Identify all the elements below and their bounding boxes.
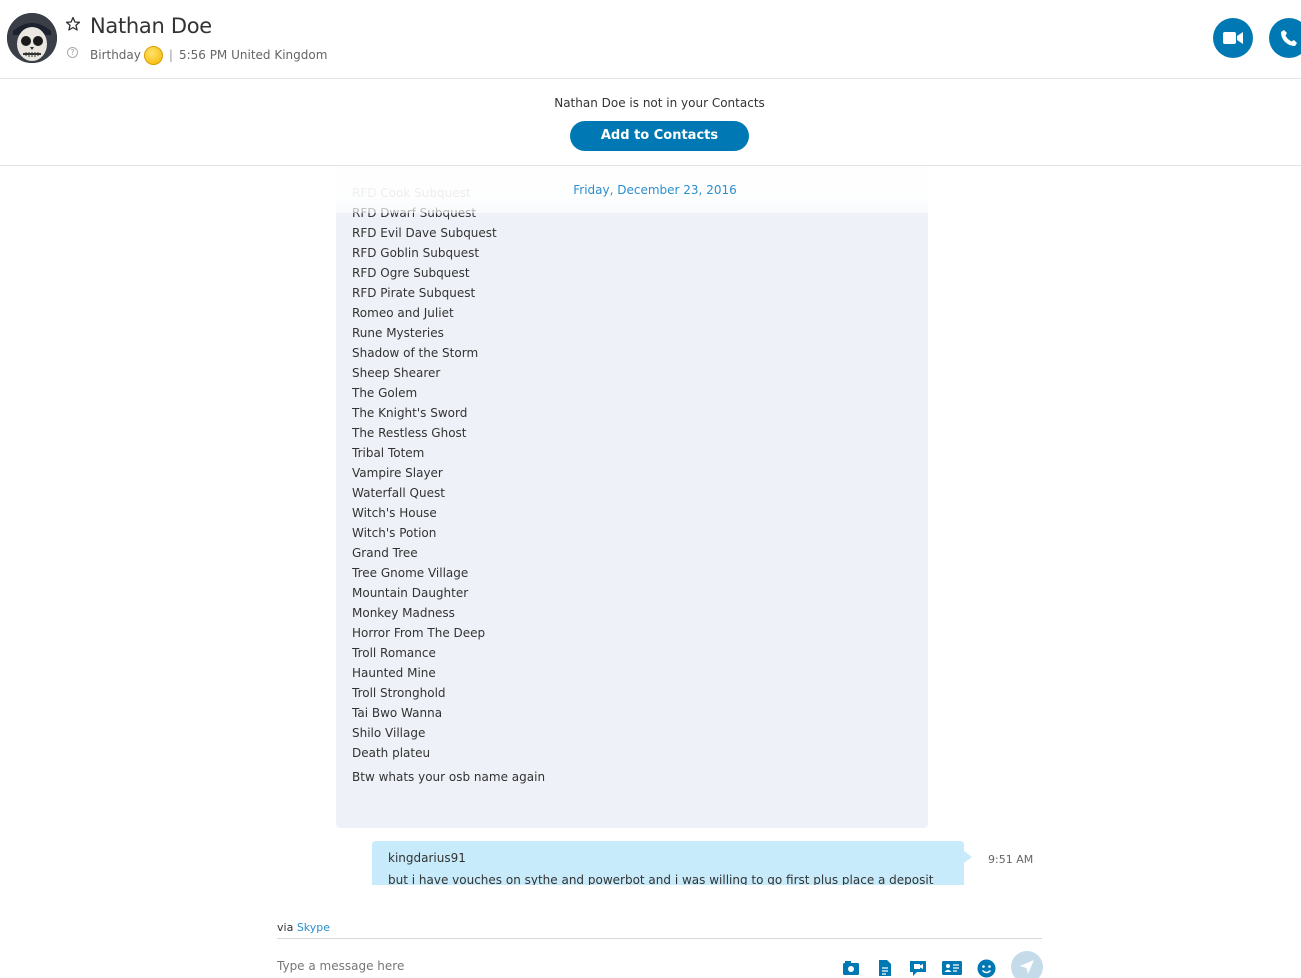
incoming-message-line: The Golem <box>352 386 418 400</box>
media-icon[interactable] <box>841 958 861 978</box>
contact-request-banner: Nathan Doe is not in your Contacts Add t… <box>0 80 1301 166</box>
mood-text: Birthday <box>90 47 141 62</box>
conversation-pane[interactable]: Plague CityPriest in PerilPrince Ali Res… <box>0 167 1301 885</box>
incoming-message-line: Shadow of the Storm <box>352 346 479 360</box>
incoming-message-line: The Restless Ghost <box>352 426 467 440</box>
outgoing-message-text: but i have vouches on sythe and powerbot… <box>388 873 934 885</box>
star-icon[interactable] <box>65 16 81 32</box>
local-time: 5:56 PM United Kingdom <box>178 47 328 62</box>
avatar[interactable] <box>7 13 57 63</box>
incoming-message: Plague CityPriest in PerilPrince Ali Res… <box>336 167 928 828</box>
incoming-message-line: Vampire Slayer <box>352 466 443 480</box>
send-icon <box>1020 960 1034 974</box>
emoji-icon <box>143 46 163 65</box>
video-call-button[interactable] <box>1213 18 1253 58</box>
video-message-icon[interactable] <box>908 958 928 978</box>
help-icon[interactable]: ? <box>67 47 78 58</box>
add-to-contacts-button[interactable]: Add to Contacts <box>570 121 749 151</box>
incoming-message-line: Monkey Madness <box>352 606 455 620</box>
incoming-message-line: Rune Mysteries <box>352 326 444 340</box>
incoming-message-line: RFD Evil Dave Subquest <box>352 226 497 240</box>
send-button[interactable] <box>1011 951 1043 978</box>
incoming-message-line: Waterfall Quest <box>352 486 445 500</box>
incoming-message-line: The Knight's Sword <box>352 406 468 420</box>
mood-message: Birthday | 5:56 PM United Kingdom <box>90 45 328 65</box>
audio-call-button[interactable] <box>1269 18 1301 58</box>
date-divider: Friday, December 23, 2016 <box>573 183 737 197</box>
incoming-message-line: Romeo and Juliet <box>352 306 454 320</box>
composer-divider <box>277 938 1042 939</box>
chat-header: Nathan Doe ? Birthday | 5:56 PM United K… <box>0 0 1301 79</box>
incoming-message-line: RFD Pirate Subquest <box>352 286 476 300</box>
incoming-message-line: RFD Ogre Subquest <box>352 266 470 280</box>
contact-card-icon[interactable] <box>942 958 962 978</box>
incoming-message-line: Shilo Village <box>352 726 426 740</box>
incoming-message-line: Witch's Potion <box>352 526 437 540</box>
incoming-message-line: Sheep Shearer <box>352 366 441 380</box>
incoming-message-line: Mountain Daughter <box>352 586 469 600</box>
smiley-icon[interactable] <box>976 958 996 978</box>
incoming-message-line: Witch's House <box>352 506 437 520</box>
incoming-message-line: Tai Bwo Wanna <box>352 706 443 720</box>
phone-icon <box>1281 30 1297 46</box>
outgoing-message: kingdarius91 but i have vouches on sythe… <box>372 841 972 885</box>
separator: | <box>168 47 173 62</box>
incoming-message-line: Horror From The Deep <box>352 626 486 640</box>
incoming-message-line: Btw whats your osb name again <box>352 770 546 784</box>
incoming-message-line: RFD Goblin Subquest <box>352 246 480 260</box>
video-camera-icon <box>1223 32 1243 44</box>
composer: via Skype <box>0 885 1301 978</box>
incoming-message-line: Tribal Totem <box>352 446 425 460</box>
incoming-message-line: Tree Gnome Village <box>352 566 469 580</box>
skype-link[interactable]: Skype <box>297 921 330 934</box>
incoming-message-line: Haunted Mine <box>352 666 436 680</box>
incoming-message-line: Death plateu <box>352 746 431 760</box>
not-in-contacts-text: Nathan Doe is not in your Contacts <box>554 96 765 110</box>
incoming-message-line: Troll Romance <box>352 646 436 660</box>
message-timestamp: 9:51 AM <box>988 853 1034 866</box>
file-icon[interactable] <box>875 958 895 978</box>
via-prefix: via <box>277 921 294 934</box>
contact-name[interactable]: Nathan Doe <box>90 14 212 38</box>
message-input[interactable] <box>277 955 817 977</box>
via-label: via Skype <box>277 921 330 934</box>
incoming-message-line: Grand Tree <box>352 546 418 560</box>
incoming-message-line: Troll Stronghold <box>352 686 446 700</box>
message-sender: kingdarius91 <box>388 851 466 865</box>
